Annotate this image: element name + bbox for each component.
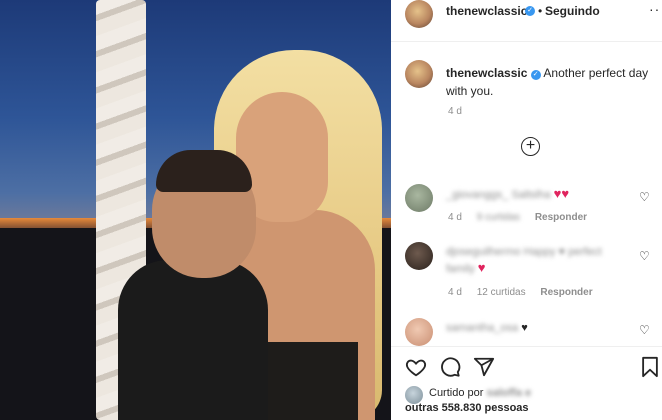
heart-emoji: ♥ <box>477 260 486 275</box>
liked-by-prefix: Curtido por <box>429 387 484 399</box>
plus-circle-icon[interactable]: + <box>521 137 540 156</box>
liker-username[interactable]: saloffa e <box>486 387 531 399</box>
verified-badge-icon: ✓ <box>525 6 535 16</box>
others-count[interactable]: outras 558.830 pessoas <box>405 402 529 414</box>
commenter-avatar[interactable] <box>405 184 433 212</box>
caption-verified-badge-icon: ✓ <box>530 70 541 80</box>
commenter-avatar[interactable] <box>405 318 433 346</box>
heart-emoji: ♥♥ <box>553 186 570 201</box>
comment-likes[interactable]: 9 curtidas <box>477 212 520 223</box>
bookmark-icon[interactable] <box>640 356 660 378</box>
woman-top <box>262 342 358 420</box>
comment-meta: 4 d 12 curtidas Responder <box>448 287 605 298</box>
baby-hair <box>156 150 252 192</box>
post-header: thenewclassic ✓ • Seguindo ··· <box>391 0 662 42</box>
reply-button[interactable]: Responder <box>540 287 592 298</box>
commenter-avatar[interactable] <box>405 242 433 270</box>
post-photo[interactable] <box>0 0 391 420</box>
comment-meta: 4 d 9 curtidas Responder <box>448 212 599 223</box>
comment-text: djoseguilhermo Happy ♥ perfect family ♥ <box>446 246 602 275</box>
divider <box>391 346 662 347</box>
comment-text: samantha_osa ♥ <box>446 322 528 334</box>
comment-icon[interactable] <box>439 356 461 378</box>
action-bar <box>391 352 662 382</box>
author-username[interactable]: thenewclassic <box>446 4 527 18</box>
baby-body <box>118 260 268 420</box>
comment-text: _giovanggs_ Saltslha ♥♥ <box>446 186 570 201</box>
heart-icon[interactable]: ♡ <box>639 190 650 204</box>
liked-by-line: Curtido por saloffa e <box>429 387 531 399</box>
comment-time[interactable]: 4 d <box>448 212 462 223</box>
caption-text: thenewclassic ✓ Another perfect day with… <box>446 64 661 100</box>
caption-timestamp[interactable]: 4 d <box>448 106 462 117</box>
reply-button[interactable]: Responder <box>535 212 587 223</box>
comment-likes[interactable]: 12 curtidas <box>477 287 526 298</box>
heart-icon[interactable]: ♡ <box>639 249 650 263</box>
heart-icon[interactable]: ♡ <box>639 323 650 337</box>
author-avatar[interactable] <box>405 0 433 28</box>
heart-emoji: ♥ <box>521 322 528 334</box>
heart-icon[interactable] <box>405 356 427 378</box>
separator-dot: • <box>538 4 543 18</box>
follow-status-button[interactable]: Seguindo <box>545 4 600 18</box>
ellipsis-icon[interactable]: ··· <box>649 1 662 17</box>
comment-time[interactable]: 4 d <box>448 287 462 298</box>
caption-username[interactable]: thenewclassic <box>446 66 527 80</box>
share-icon[interactable] <box>473 356 495 378</box>
caption-author-avatar[interactable] <box>405 60 433 88</box>
post-sidebar: thenewclassic ✓ • Seguindo ··· thenewcla… <box>391 0 662 420</box>
